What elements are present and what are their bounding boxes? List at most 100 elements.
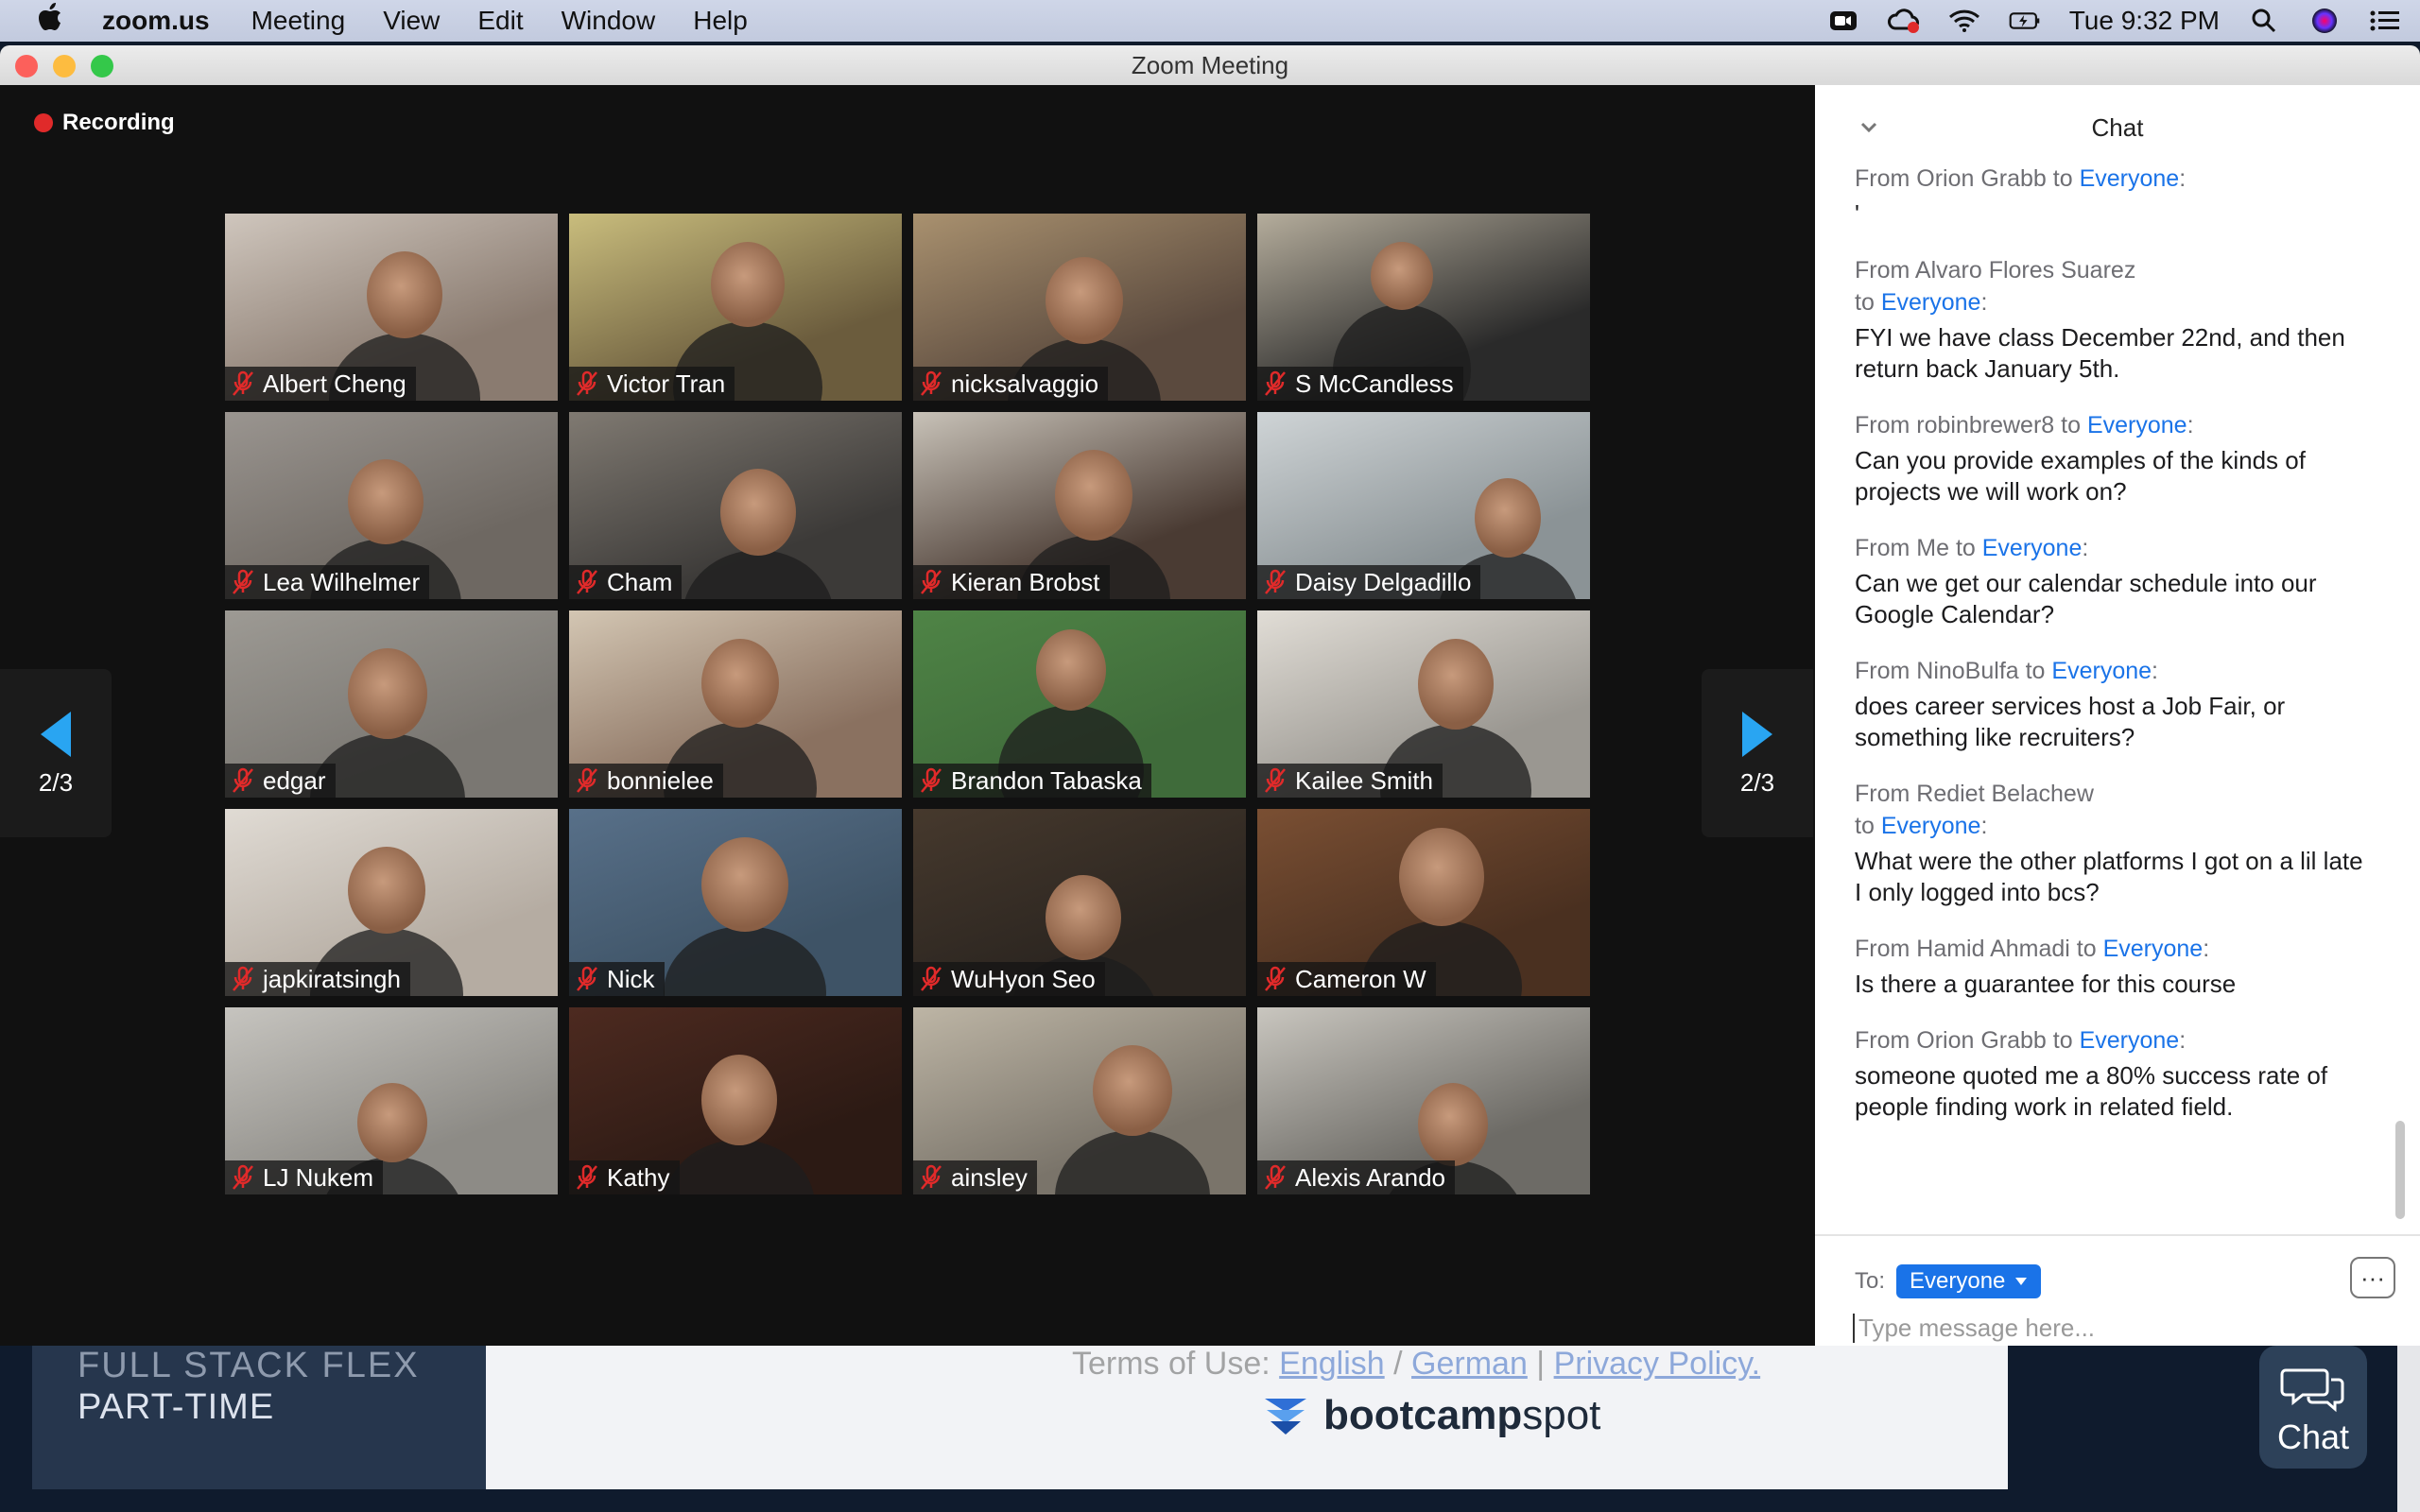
muted-microphone-icon — [573, 1163, 601, 1192]
participant-tile[interactable]: nicksalvaggio — [913, 214, 1246, 401]
right-arrow-icon — [1742, 711, 1772, 757]
menu-window[interactable]: Window — [562, 6, 656, 36]
participant-name-label: Kathy — [569, 1160, 680, 1194]
message-recipient-link[interactable]: Everyone — [1881, 813, 1981, 839]
chat-panel: Chat From Orion Grabb to Everyone: ' From … — [1815, 85, 2420, 1346]
participant-tile[interactable]: Kieran Brobst — [913, 412, 1246, 599]
left-arrow-icon — [41, 711, 71, 757]
participant-name: Cameron W — [1295, 964, 1426, 993]
muted-microphone-icon — [1261, 766, 1289, 795]
participant-tile[interactable]: Victor Tran — [569, 214, 902, 401]
recording-indicator[interactable]: Recording — [34, 110, 175, 136]
participant-video — [701, 639, 779, 728]
message-recipient-link[interactable]: Everyone — [1982, 535, 2083, 561]
participant-tile[interactable]: edgar — [225, 610, 558, 798]
participant-name: Daisy Delgadillo — [1295, 567, 1472, 596]
participant-tile[interactable]: Brandon Tabaska — [913, 610, 1246, 798]
more-options-button[interactable]: ··· — [2350, 1257, 2395, 1298]
participant-name: japkiratsingh — [263, 964, 401, 993]
chat-message-header: From Hamid Ahmadi to Everyone: — [1855, 936, 2210, 962]
participant-tile[interactable]: S McCandless — [1257, 214, 1590, 401]
fullscreen-window-button[interactable] — [91, 55, 113, 77]
participant-video — [348, 648, 427, 739]
participant-name: edgar — [263, 765, 326, 795]
message-recipient-link[interactable]: Everyone — [2080, 165, 2180, 192]
participant-tile[interactable]: Cameron W — [1257, 809, 1590, 996]
participant-video — [1371, 242, 1433, 310]
participant-name: WuHyon Seo — [951, 964, 1096, 993]
message-recipient-link[interactable]: Everyone — [2103, 936, 2204, 962]
close-window-button[interactable] — [15, 55, 38, 77]
message-sender: From Orion Grabb to — [1855, 165, 2073, 192]
participant-tile[interactable]: Nick — [569, 809, 902, 996]
message-recipient-link[interactable]: Everyone — [1881, 289, 1981, 316]
chat-message-header: From NinoBulfa to Everyone: — [1855, 658, 2158, 684]
participant-video — [720, 469, 796, 556]
participant-tile[interactable]: Alexis Arando — [1257, 1007, 1590, 1194]
recipient-dropdown[interactable]: Everyone — [1896, 1264, 2042, 1298]
chat-message-header: From Me to Everyone: — [1855, 535, 2089, 561]
message-to-word: to — [1855, 289, 1875, 316]
chat-message-text: Can we get our calendar schedule into ou… — [1855, 569, 2317, 628]
chat-scrollbar[interactable] — [2395, 1121, 2405, 1219]
siri-icon[interactable] — [2308, 8, 2341, 34]
terms-german-link[interactable]: German — [1411, 1346, 1528, 1382]
privacy-policy-link[interactable]: Privacy Policy. — [1554, 1346, 1761, 1382]
app-menu-zoom[interactable]: zoom.us — [102, 6, 210, 36]
participant-tile[interactable]: Albert Cheng — [225, 214, 558, 401]
chat-message-text: Can you provide examples of the kinds of… — [1855, 446, 2306, 506]
message-recipient-link[interactable]: Everyone — [2080, 1027, 2180, 1054]
participant-video — [348, 459, 424, 544]
participant-tile[interactable]: bonnielee — [569, 610, 902, 798]
chat-message-input[interactable] — [1853, 1314, 2382, 1343]
chevron-down-icon[interactable] — [1855, 113, 1883, 142]
message-recipient-link[interactable]: Everyone — [2051, 658, 2152, 684]
course-type-line: PART-TIME — [78, 1387, 275, 1427]
webpage-chat-button[interactable]: Chat — [2259, 1346, 2367, 1469]
participant-tile[interactable]: Lea Wilhelmer — [225, 412, 558, 599]
menu-meeting[interactable]: Meeting — [251, 6, 346, 36]
participant-name-label: edgar — [225, 764, 336, 798]
webpage-scrollbar[interactable] — [2397, 1346, 2420, 1512]
page-indicator-left: 2/3 — [38, 767, 74, 797]
participant-tile[interactable]: Cham — [569, 412, 902, 599]
muted-microphone-icon — [229, 568, 257, 596]
battery-icon[interactable] — [2009, 8, 2041, 34]
participant-name-label: Kailee Smith — [1257, 764, 1443, 798]
participant-name-label: Brandon Tabaska — [913, 764, 1151, 798]
notification-center-icon[interactable] — [2369, 8, 2401, 34]
wifi-icon[interactable] — [1948, 8, 1980, 34]
muted-microphone-icon — [917, 766, 945, 795]
spotlight-search-icon[interactable] — [2248, 8, 2280, 34]
muted-microphone-icon — [573, 369, 601, 398]
participant-tile[interactable]: Kathy — [569, 1007, 902, 1194]
terms-of-use-text: Terms of Use: English / German | Privacy… — [1072, 1346, 1761, 1382]
participant-video — [701, 1055, 777, 1145]
menu-view[interactable]: View — [383, 6, 440, 36]
menubar-clock[interactable]: Tue 9:32 PM — [2069, 6, 2220, 36]
participant-tile[interactable]: Daisy Delgadillo — [1257, 412, 1590, 599]
participant-name: ainsley — [951, 1162, 1028, 1192]
participant-tile[interactable]: LJ Nukem — [225, 1007, 558, 1194]
previous-page-button[interactable]: 2/3 — [0, 669, 112, 837]
menu-edit[interactable]: Edit — [477, 6, 523, 36]
participant-tile[interactable]: Kailee Smith — [1257, 610, 1590, 798]
creative-cloud-icon[interactable] — [1887, 8, 1920, 34]
message-sender: From Rediet Belachew — [1855, 781, 2094, 807]
next-page-button[interactable]: 2/3 — [1702, 669, 1813, 837]
chat-message-list: From Orion Grabb to Everyone: ' From Alvar… — [1855, 163, 2365, 1147]
participant-tile[interactable]: japkiratsingh — [225, 809, 558, 996]
menu-help[interactable]: Help — [693, 6, 748, 36]
window-titlebar[interactable]: Zoom Meeting — [0, 45, 2420, 85]
chat-message: From Orion Grabb to Everyone: ' — [1855, 163, 2365, 230]
participant-tile[interactable]: ainsley — [913, 1007, 1246, 1194]
apple-menu-icon[interactable] — [38, 3, 76, 39]
recording-dot-icon — [34, 113, 53, 132]
message-recipient-link[interactable]: Everyone — [2087, 412, 2187, 438]
participant-tile[interactable]: WuHyon Seo — [913, 809, 1246, 996]
terms-english-link[interactable]: English — [1279, 1346, 1385, 1382]
participant-video — [1418, 639, 1494, 730]
zoom-status-icon[interactable] — [1827, 8, 1859, 34]
participant-video — [348, 847, 425, 934]
minimize-window-button[interactable] — [53, 55, 76, 77]
